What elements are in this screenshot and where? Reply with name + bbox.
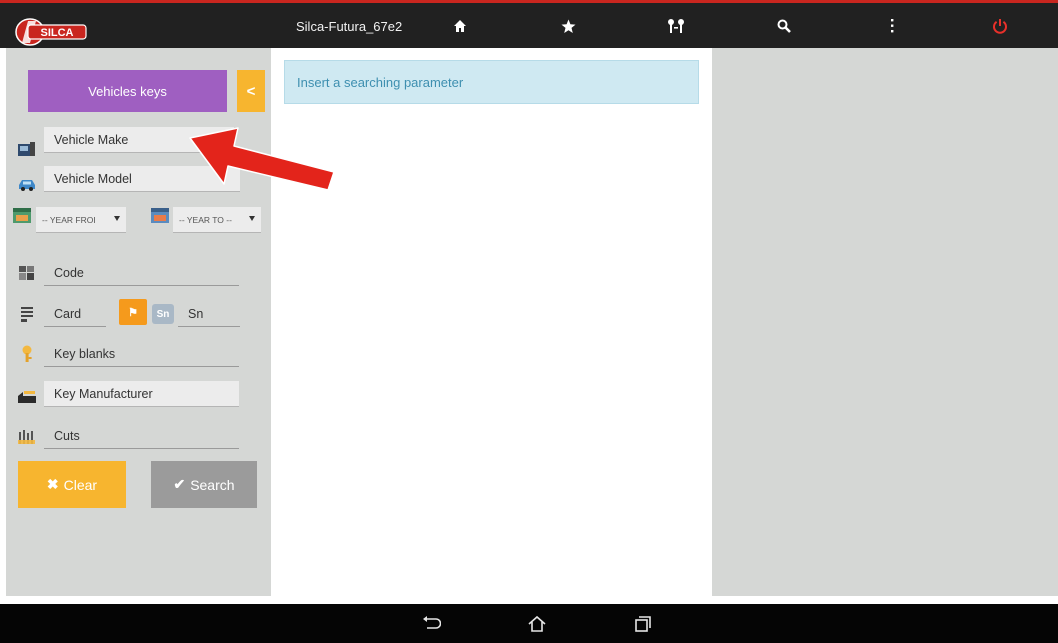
card-field[interactable]: Card xyxy=(44,301,106,327)
home-outline-icon[interactable] xyxy=(522,610,552,638)
star-icon[interactable] xyxy=(555,13,581,39)
year-from-select[interactable]: -- YEAR FROI xyxy=(36,207,126,233)
annotation-arrow-icon xyxy=(189,127,335,191)
search-icon[interactable] xyxy=(771,13,797,39)
cuts-icon xyxy=(18,430,35,444)
key-manufacturer-icon xyxy=(18,391,36,403)
card-toggle-button[interactable]: ⚑ xyxy=(119,299,147,325)
device-title: Silca-Futura_67e2 xyxy=(296,19,403,34)
info-message: Insert a searching parameter xyxy=(284,60,699,104)
detail-panel xyxy=(712,48,1058,596)
sn-badge-label: Sn xyxy=(156,308,170,320)
clear-button[interactable]: ✖ Clear xyxy=(18,461,126,508)
check-icon: ✔ xyxy=(173,476,186,492)
sn-field[interactable]: Sn xyxy=(178,301,240,327)
sn-toggle-button[interactable]: Sn xyxy=(152,304,174,324)
vehicle-make-icon xyxy=(18,142,35,156)
back-icon[interactable] xyxy=(416,610,446,638)
keys-compare-icon[interactable] xyxy=(663,13,689,39)
app-window: SILCA Silca-Futura_67e2 Vehicles keys < xyxy=(0,0,1058,643)
silca-logo: SILCA xyxy=(15,18,87,46)
calendar-from-icon xyxy=(13,208,31,223)
top-bar: SILCA Silca-Futura_67e2 xyxy=(0,0,1058,48)
code-field[interactable]: Code xyxy=(44,260,239,286)
cuts-field[interactable]: Cuts xyxy=(44,423,239,449)
vehicles-keys-button[interactable]: Vehicles keys xyxy=(28,70,227,112)
card-icon xyxy=(21,307,33,322)
svg-text:SILCA: SILCA xyxy=(41,27,74,39)
chevron-left-icon: < xyxy=(246,82,256,100)
calendar-to-icon xyxy=(151,208,169,223)
key-blanks-field[interactable]: Key blanks xyxy=(44,341,239,367)
dropdown-caret-icon xyxy=(114,216,120,221)
code-icon xyxy=(19,266,34,280)
power-icon[interactable] xyxy=(987,13,1013,39)
recent-apps-icon[interactable] xyxy=(628,610,658,638)
clear-button-label: Clear xyxy=(63,476,98,493)
dropdown-caret-icon xyxy=(249,216,255,221)
year-to-value: -- YEAR TO -- xyxy=(179,214,232,225)
year-to-select[interactable]: -- YEAR TO -- xyxy=(173,207,261,233)
key-manufacturer-field[interactable]: Key Manufacturer xyxy=(44,381,239,407)
more-vert-icon[interactable] xyxy=(879,13,905,39)
search-button-label: Search xyxy=(190,476,235,493)
flag-icon: ⚑ xyxy=(128,306,138,319)
vehicle-model-icon xyxy=(19,180,35,191)
system-nav-bar xyxy=(0,604,1058,643)
key-blank-icon xyxy=(22,345,32,362)
home-icon[interactable] xyxy=(447,13,473,39)
collapse-panel-button[interactable]: < xyxy=(237,70,265,112)
close-icon: ✖ xyxy=(46,476,59,492)
search-button[interactable]: ✔ Search xyxy=(151,461,257,508)
year-from-value: -- YEAR FROI xyxy=(42,214,96,225)
